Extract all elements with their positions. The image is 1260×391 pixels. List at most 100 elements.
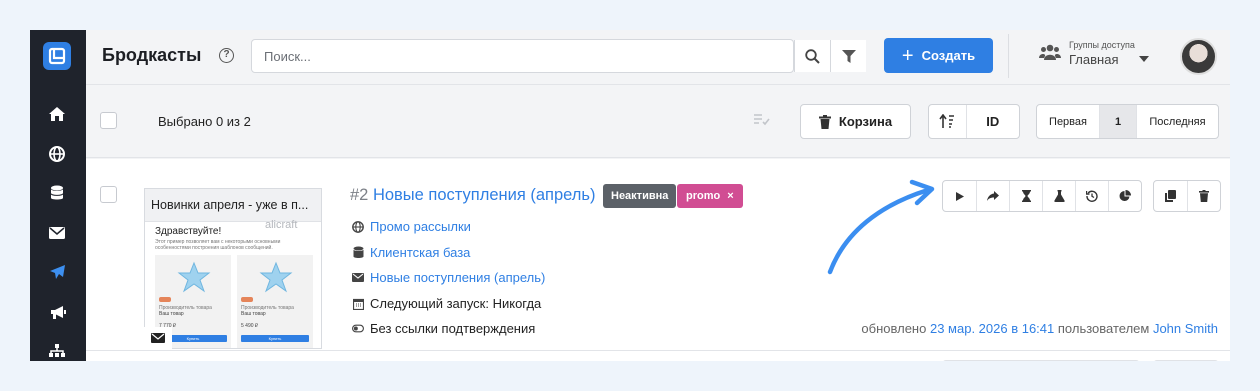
users-icon bbox=[1039, 44, 1061, 60]
pie-chart-icon[interactable] bbox=[1108, 181, 1141, 211]
home-icon[interactable] bbox=[46, 103, 68, 125]
app-window: Бродкасты ? + Создать Группы доступа Гла… bbox=[30, 30, 1230, 361]
globe-icon[interactable] bbox=[46, 143, 68, 165]
chevron-down-icon[interactable] bbox=[1139, 56, 1149, 62]
history-icon[interactable] bbox=[1075, 181, 1108, 211]
remove-tag-icon[interactable]: × bbox=[727, 190, 733, 202]
thumbnail-tag bbox=[241, 297, 253, 302]
thumbnail-product-name: Ваш товар bbox=[241, 311, 266, 317]
toggle-icon bbox=[352, 322, 364, 336]
thumbnail-watermark: alicraft bbox=[265, 219, 298, 231]
tag-label: promo bbox=[686, 190, 721, 202]
app-logo[interactable] bbox=[43, 42, 71, 70]
thumbnail-greeting: Здравствуйте! bbox=[155, 226, 222, 237]
thumbnail-tag bbox=[159, 297, 171, 302]
logo-icon bbox=[48, 47, 66, 65]
broadcast-list: Новинки апреля - уже в п... Здравствуйте… bbox=[86, 159, 1230, 361]
play-icon[interactable] bbox=[943, 181, 976, 211]
megaphone-icon[interactable] bbox=[46, 301, 68, 323]
thumbnail-body: Этот пример позволяет вам с некоторыми о… bbox=[155, 239, 281, 251]
trash-label: Корзина bbox=[838, 114, 893, 129]
meta-channel: Промо рассылки bbox=[352, 219, 471, 234]
meta-message: Новые поступления (апрель) bbox=[352, 270, 545, 285]
next-row-secondary-actions bbox=[1153, 360, 1219, 361]
audience-link[interactable]: Клиентская база bbox=[370, 245, 470, 260]
broadcast-name: Новые поступления (апрель) bbox=[372, 186, 596, 204]
hourglass-icon[interactable] bbox=[1009, 181, 1042, 211]
share-icon[interactable] bbox=[976, 181, 1009, 211]
meta-next-run: Следующий запуск: Никогда bbox=[352, 296, 541, 311]
access-groups-label: Группы доступа bbox=[1069, 40, 1135, 50]
divider bbox=[1008, 34, 1009, 78]
copy-icon[interactable] bbox=[1154, 181, 1187, 211]
create-button[interactable]: + Создать bbox=[884, 38, 993, 73]
thumbnail-buy-button: Купить bbox=[241, 335, 309, 342]
thumbnail-header: Новинки апреля - уже в п... bbox=[145, 189, 321, 222]
plus-icon: + bbox=[901, 44, 914, 67]
star-icon bbox=[177, 261, 211, 293]
updated-by-prefix: пользователем bbox=[1057, 321, 1150, 336]
main-area: Бродкасты ? + Создать Группы доступа Гла… bbox=[86, 30, 1230, 361]
updated-date-link[interactable]: 23 мар. 2026 в 16:41 bbox=[930, 321, 1054, 336]
message-link[interactable]: Новые поступления (апрель) bbox=[370, 270, 545, 285]
database-icon bbox=[352, 246, 364, 260]
selection-count: Выбрано 0 из 2 bbox=[158, 114, 251, 129]
pager-first[interactable]: Первая bbox=[1037, 105, 1100, 138]
sort-control: ID bbox=[928, 104, 1020, 139]
select-all-checkbox[interactable] bbox=[100, 112, 117, 129]
broadcast-secondary-actions bbox=[1153, 180, 1221, 212]
broadcast-title[interactable]: #2 Новые поступления (апрель) bbox=[350, 186, 596, 205]
database-icon[interactable] bbox=[46, 182, 68, 204]
thumbnail-product-card: Производитель товара Ваш товар 5 490 ₽ К… bbox=[237, 255, 313, 348]
globe-icon bbox=[352, 220, 364, 234]
next-row-actions bbox=[942, 360, 1140, 361]
thumbnail-product-name: Ваш товар bbox=[159, 311, 184, 317]
message-thumbnail[interactable]: Новинки апреля - уже в п... Здравствуйте… bbox=[144, 188, 322, 349]
row-checkbox[interactable] bbox=[100, 186, 117, 203]
sitemap-icon[interactable] bbox=[46, 340, 68, 361]
channel-link[interactable]: Промо рассылки bbox=[370, 219, 471, 234]
sort-direction-button[interactable] bbox=[929, 105, 967, 138]
sort-icon bbox=[939, 114, 955, 128]
thumbnail-price: 5 490 ₽ bbox=[241, 323, 259, 329]
search-input[interactable] bbox=[252, 40, 794, 72]
list-toolbar: Выбрано 0 из 2 Корзина ID Первая 1 После… bbox=[86, 86, 1230, 158]
broadcast-actions bbox=[942, 180, 1142, 212]
pager-current[interactable]: 1 bbox=[1100, 105, 1136, 138]
calendar-icon bbox=[352, 297, 364, 311]
sort-field-button[interactable]: ID bbox=[967, 105, 1019, 138]
sidebar bbox=[30, 30, 86, 361]
search-box bbox=[251, 39, 866, 73]
envelope-icon[interactable] bbox=[46, 222, 68, 244]
meta-confirmation: Без ссылки подтверждения bbox=[352, 321, 535, 336]
trash-button[interactable]: Корзина bbox=[800, 104, 911, 139]
filter-icon bbox=[841, 49, 856, 63]
envelope-icon bbox=[352, 271, 364, 285]
updated-prefix: обновлено bbox=[861, 321, 927, 336]
next-run-text: Следующий запуск: Никогда bbox=[370, 296, 542, 311]
access-groups-select[interactable]: Главная bbox=[1069, 52, 1118, 67]
filter-button[interactable] bbox=[830, 40, 866, 72]
help-icon[interactable]: ? bbox=[219, 48, 234, 63]
pagination: Первая 1 Последняя bbox=[1036, 104, 1219, 139]
broadcast-number: #2 bbox=[350, 186, 369, 204]
updated-user-link[interactable]: John Smith bbox=[1153, 321, 1218, 336]
flask-icon[interactable] bbox=[1042, 181, 1075, 211]
confirmation-text: Без ссылки подтверждения bbox=[370, 321, 536, 336]
send-icon[interactable] bbox=[46, 261, 68, 283]
create-label: Создать bbox=[921, 48, 976, 63]
email-channel-icon bbox=[144, 327, 172, 349]
row-divider bbox=[86, 350, 1230, 351]
status-badge: Неактивна bbox=[603, 184, 677, 208]
updated-info: обновлено 23 мар. 2026 в 16:41 пользоват… bbox=[861, 321, 1218, 336]
avatar[interactable] bbox=[1180, 38, 1217, 75]
header: Бродкасты ? + Создать Группы доступа Гла… bbox=[86, 30, 1230, 85]
search-button[interactable] bbox=[794, 40, 830, 72]
pager-last[interactable]: Последняя bbox=[1136, 105, 1218, 138]
page-title: Бродкасты bbox=[102, 45, 202, 65]
search-icon bbox=[805, 48, 820, 64]
bulk-actions-icon[interactable] bbox=[753, 113, 771, 127]
meta-audience: Клиентская база bbox=[352, 245, 470, 260]
trash-icon[interactable] bbox=[1187, 181, 1220, 211]
tag-badge: promo × bbox=[677, 184, 743, 208]
